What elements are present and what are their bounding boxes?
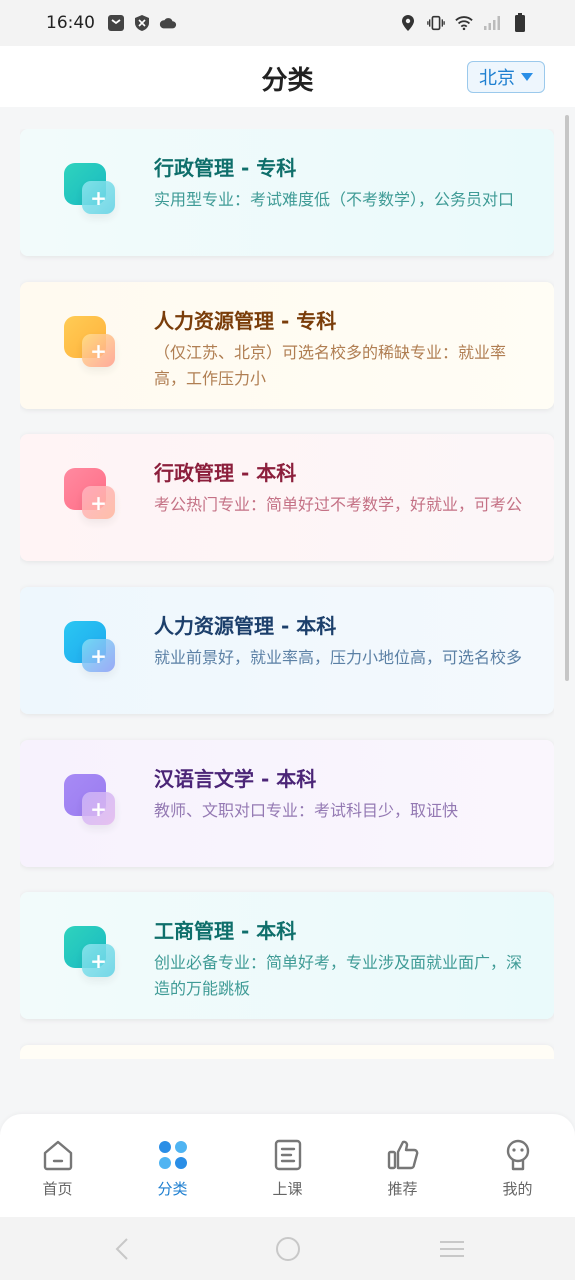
card-description: 教师、文职对口专业：考试科目少，取证快: [154, 801, 459, 820]
thumbs-up-icon: [387, 1140, 418, 1170]
category-icon: +: [64, 163, 120, 219]
card-title: 工商管理 - 本科: [154, 919, 297, 943]
bottom-tab-bar: 首页 分类 上课 推荐 我的: [0, 1114, 575, 1217]
card-description: 就业前景好，就业率高，压力小地位高，可选名校多: [154, 648, 523, 667]
back-icon[interactable]: [112, 1237, 132, 1261]
status-time: 16:40: [46, 13, 95, 33]
category-card[interactable]: + 工商管理 - 本科 创业必备专业：简单好考，专业涉及面就业面广，深造的万能跳…: [20, 892, 554, 1019]
category-list[interactable]: + 行政管理 - 专科 实用型专业：考试难度低（不考数学），公务员对口 + 人力…: [20, 129, 554, 1059]
category-icon: +: [64, 621, 120, 677]
home-circle-icon[interactable]: [275, 1237, 301, 1261]
course-icon: [274, 1139, 301, 1171]
tab-recommend[interactable]: 推荐: [345, 1114, 460, 1217]
dropdown-arrow-icon: [521, 73, 533, 81]
category-icon: +: [64, 468, 120, 524]
tab-label: 分类: [157, 1180, 188, 1198]
tab-home[interactable]: 首页: [0, 1114, 115, 1217]
category-icon: [158, 1141, 187, 1169]
category-icon: +: [64, 774, 120, 830]
city-selector[interactable]: 北京: [467, 61, 545, 93]
tab-label: 首页: [42, 1180, 73, 1198]
category-card[interactable]: + 行政管理 - 本科 考公热门专业：简单好过不考数学，好就业，可考公: [20, 434, 554, 561]
category-card[interactable]: + 人力资源管理 - 专科 （仅江苏、北京）可选名校多的稀缺专业：就业率高，工作…: [20, 282, 554, 409]
scrollbar[interactable]: [565, 115, 569, 681]
home-icon: [43, 1140, 72, 1171]
card-title: 行政管理 - 本科: [154, 461, 297, 485]
card-title: 汉语言文学 - 本科: [154, 767, 317, 791]
recents-menu-icon[interactable]: [438, 1237, 466, 1261]
tab-label: 我的: [502, 1180, 533, 1198]
category-card[interactable]: + 人力资源管理 - 本科 就业前景好，就业率高，压力小地位高，可选名校多: [20, 587, 554, 714]
card-title: 人力资源管理 - 专科: [154, 309, 337, 333]
wifi-icon: [455, 14, 473, 32]
shield-icon: [133, 14, 151, 32]
cloud-icon: [159, 14, 177, 32]
signal-icon: [483, 14, 501, 32]
category-card[interactable]: + 行政管理 - 专科 实用型专业：考试难度低（不考数学），公务员对口: [20, 129, 554, 256]
card-description: 创业必备专业：简单好考，专业涉及面就业面广，深造的万能跳板: [154, 953, 523, 998]
category-icon: +: [64, 316, 120, 372]
app-header: 分类 北京: [0, 46, 575, 107]
profile-icon: [506, 1139, 529, 1171]
notification-icon: [107, 14, 125, 32]
category-card[interactable]: + 汉语言文学 - 本科 教师、文职对口专业：考试科目少，取证快: [20, 740, 554, 867]
tab-category[interactable]: 分类: [115, 1114, 230, 1217]
status-bar: 16:40: [0, 0, 575, 46]
card-description: 考公热门专业：简单好过不考数学，好就业，可考公: [154, 495, 523, 514]
card-description: 实用型专业：考试难度低（不考数学），公务员对口: [154, 190, 515, 209]
system-nav-bar: [0, 1217, 575, 1280]
card-title: 行政管理 - 专科: [154, 156, 297, 180]
vibrate-icon: [427, 14, 445, 32]
card-title: 人力资源管理 - 本科: [154, 614, 337, 638]
category-card-partial[interactable]: [20, 1045, 554, 1059]
tab-course[interactable]: 上课: [230, 1114, 345, 1217]
tab-mine[interactable]: 我的: [460, 1114, 575, 1217]
category-icon: +: [64, 926, 120, 982]
city-label: 北京: [479, 68, 515, 89]
tab-label: 推荐: [387, 1180, 418, 1198]
battery-icon: [511, 13, 529, 32]
tab-label: 上课: [272, 1180, 303, 1198]
location-icon: [399, 14, 417, 32]
card-description: （仅江苏、北京）可选名校多的稀缺专业：就业率高，工作压力小: [154, 343, 507, 388]
